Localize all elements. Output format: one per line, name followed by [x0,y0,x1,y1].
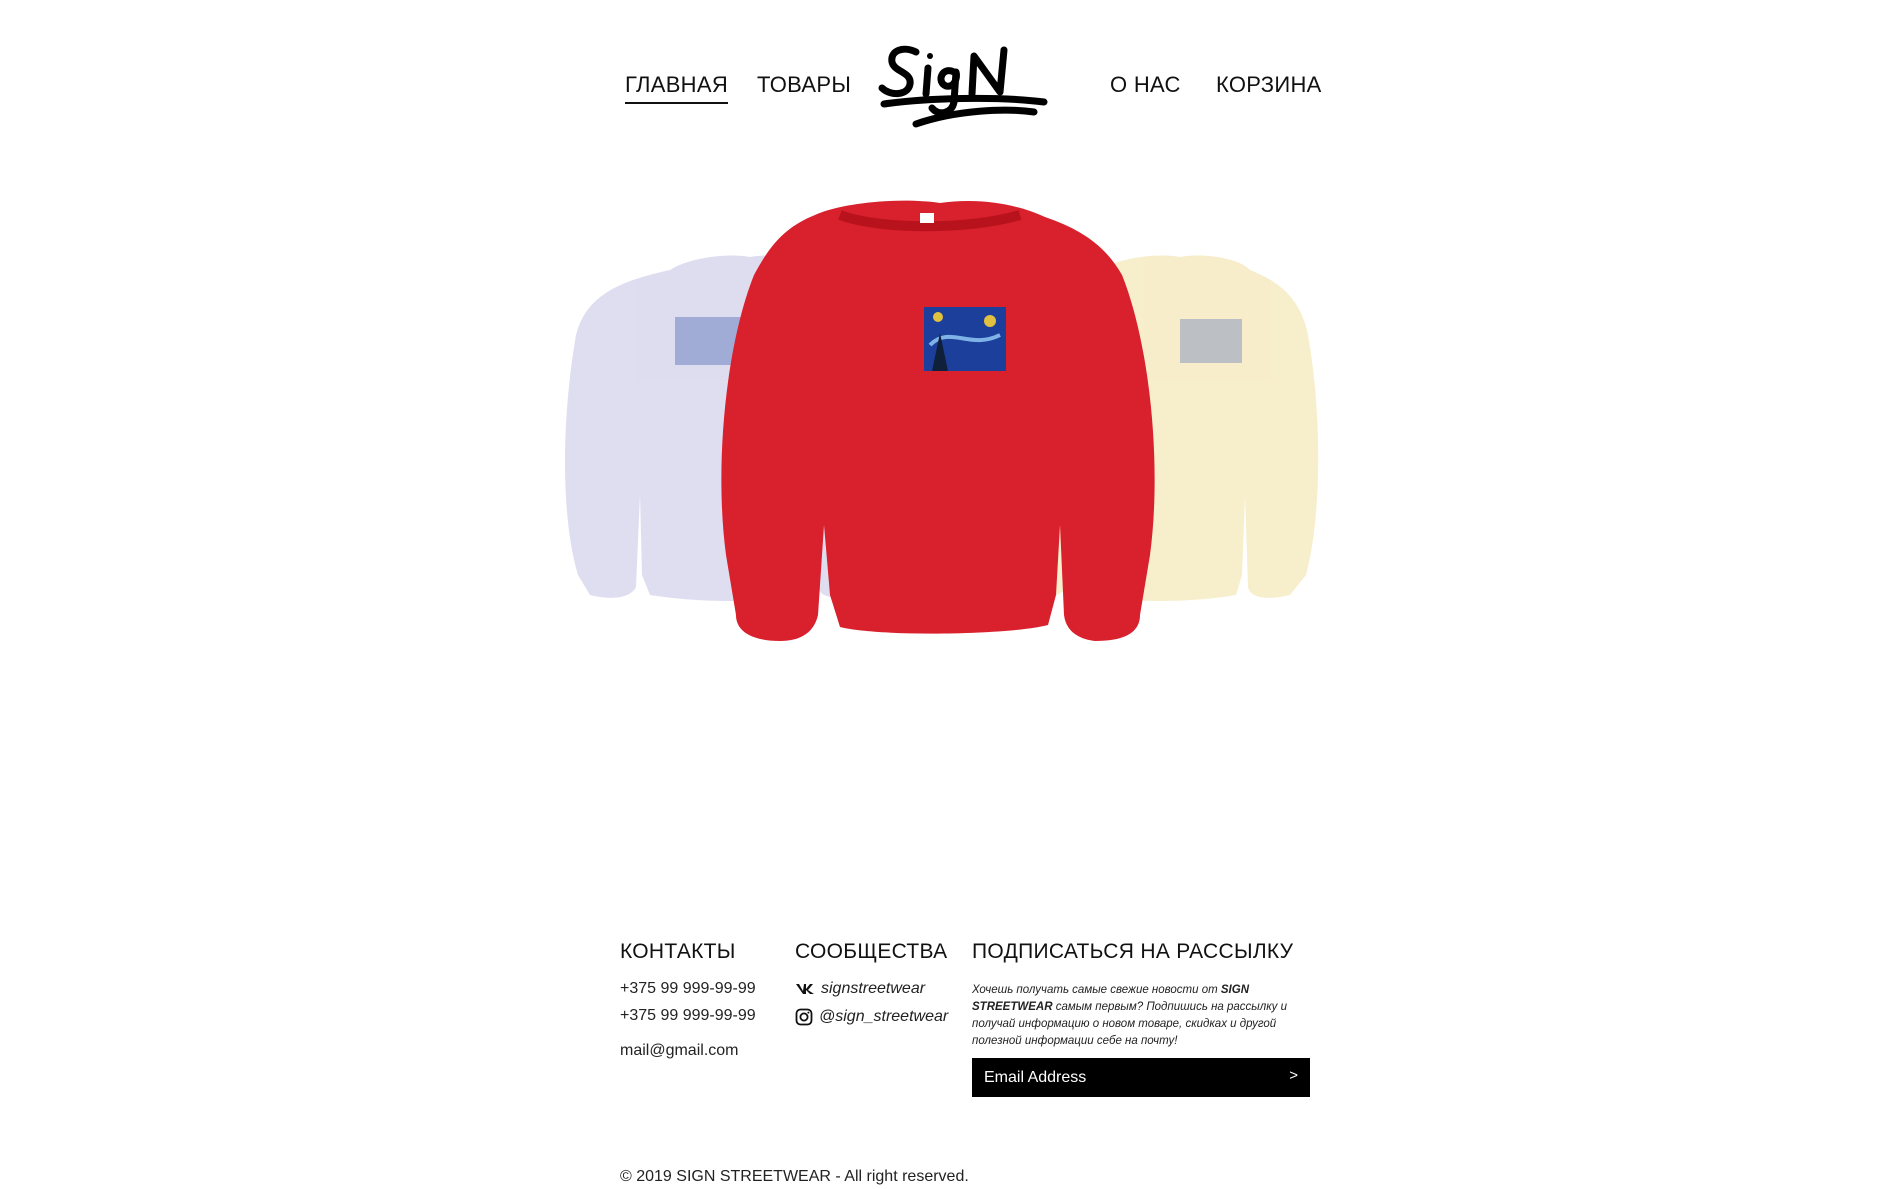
subscribe-form: > [972,1058,1310,1097]
instagram-link[interactable]: @sign_streetwear [795,1008,948,1026]
product-carousel[interactable] [500,195,1420,795]
nav-about-link[interactable]: О НАС [1110,72,1181,98]
subscribe-description: Хочешь получать самые свежие новости от … [972,984,1287,1047]
sign-logo[interactable] [876,38,1051,130]
contact-phone-1[interactable]: +375 99 999-99-99 [620,980,756,998]
contact-phone-2[interactable]: +375 99 999-99-99 [620,1007,756,1025]
instagram-icon [795,1008,813,1026]
contacts-title: КОНТАКТЫ [620,940,736,963]
vk-link[interactable]: signstreetwear [795,980,925,998]
nav-cart-link[interactable]: КОРЗИНА [1216,72,1322,98]
vk-icon [796,984,814,994]
communities-title: СООБЩЕСТВА [795,940,948,963]
nav-home-link[interactable]: ГЛАВНАЯ [625,72,729,104]
contact-email[interactable]: mail@gmail.com [620,1042,738,1060]
vk-handle: signstreetwear [821,980,926,997]
subscribe-title: ПОДПИСАТЬСЯ НА РАССЫЛКУ [972,940,1294,963]
top-navigation: ГЛАВНАЯ ТОВАРЫ О НАС КОРЗИНА [0,0,1903,160]
sweater-red[interactable] [721,200,1155,641]
instagram-handle: @sign_streetwear [819,1008,949,1025]
footer-contacts: КОНТАКТЫ +375 99 999-99-99 +375 99 999-9… [620,940,756,1059]
nav-products-link[interactable]: ТОВАРЫ [757,72,851,98]
subscribe-submit-button[interactable]: > [1289,1067,1298,1084]
copyright: © 2019 SIGN STREETWEAR - All right reser… [620,1168,969,1185]
footer-subscribe: ПОДПИСАТЬСЯ НА РАССЫЛКУ Хочешь получать … [972,940,1317,1097]
email-input[interactable] [972,1058,1262,1097]
footer-communities: СООБЩЕСТВА signstreetwear @sign_streetwe… [795,940,948,1026]
